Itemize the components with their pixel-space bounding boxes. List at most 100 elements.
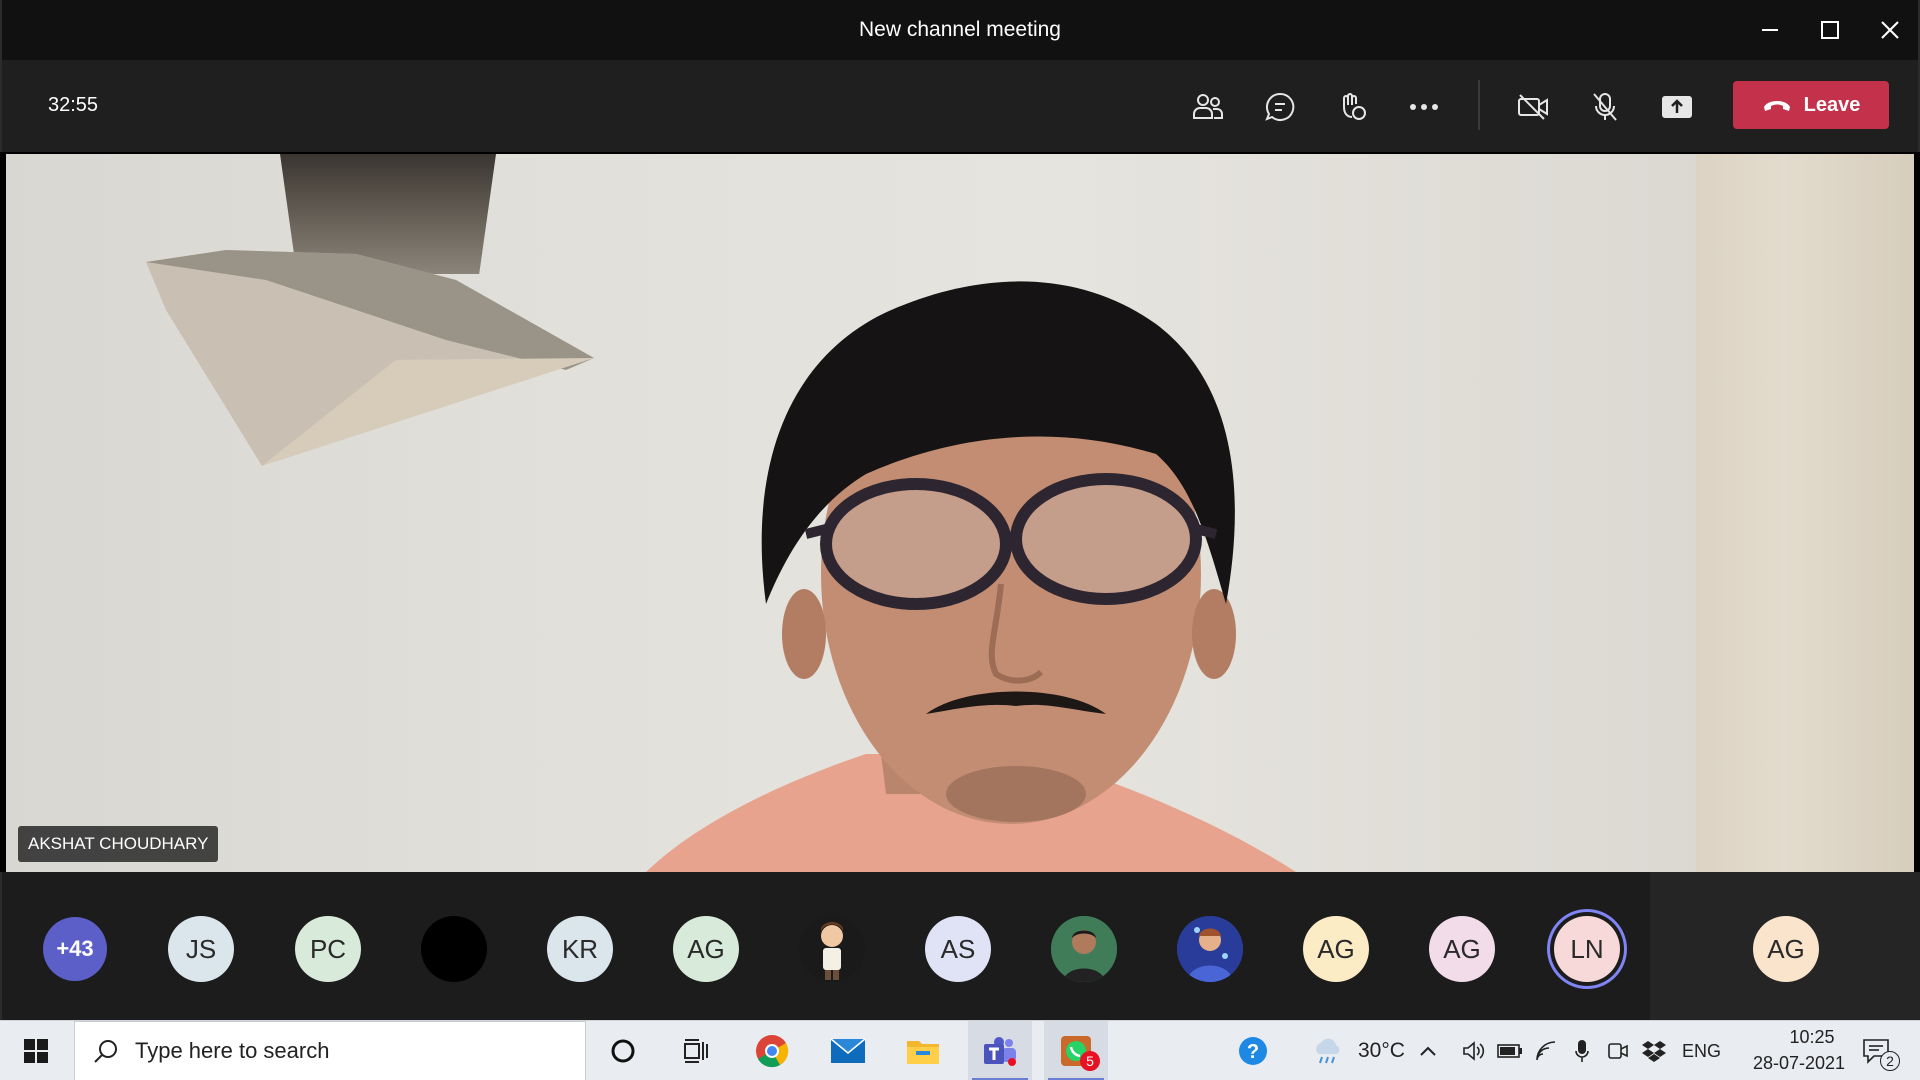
meeting-timer: 32:55 — [48, 94, 99, 116]
windows-taskbar: Type here to search 5 ? 30°C ENG 10:25 2… — [0, 1020, 1920, 1080]
participant-video-feed — [646, 281, 1296, 872]
battery-button[interactable] — [1492, 1021, 1528, 1080]
participant-initials: LN — [1570, 933, 1604, 964]
taskbar-search-box[interactable]: Type here to search — [74, 1021, 586, 1080]
start-button[interactable] — [6, 1021, 66, 1080]
minimize-button[interactable] — [1740, 0, 1800, 60]
person-avatar-image — [1051, 916, 1117, 982]
file-explorer-icon — [907, 1041, 939, 1064]
chrome-button[interactable] — [742, 1021, 802, 1080]
whatsapp-button[interactable]: 5 — [1044, 1021, 1108, 1080]
blue-avatar-image — [1177, 916, 1243, 982]
window-title: New channel meeting — [859, 18, 1061, 41]
chrome-icon — [756, 1035, 789, 1068]
participant-avatar-speaking[interactable]: LN — [1554, 916, 1620, 982]
participant-avatar-photo[interactable] — [1177, 916, 1243, 982]
microphone-icon — [1575, 1040, 1589, 1062]
participant-initials: PC — [309, 933, 347, 964]
speaker-name-tag: AKSHAT CHOUDHARY — [18, 826, 219, 862]
participant-avatar[interactable]: AG — [1303, 916, 1369, 982]
more-participants-button[interactable]: +43 — [43, 917, 107, 981]
weather-temperature: 30°C — [1358, 1039, 1405, 1062]
chevron-up-icon — [1420, 1046, 1436, 1056]
participant-avatar[interactable]: JS — [168, 916, 234, 982]
language-indicator[interactable]: ENG — [1682, 1041, 1721, 1062]
chat-button[interactable] — [1254, 82, 1306, 132]
clock-date[interactable]: 28-07-2021 — [1734, 1053, 1864, 1074]
battery-icon — [1497, 1044, 1522, 1058]
maximize-button[interactable] — [1800, 0, 1860, 60]
volume-button[interactable] — [1456, 1021, 1492, 1080]
help-button[interactable]: ? — [1223, 1021, 1283, 1080]
leave-button[interactable]: Leave — [1733, 81, 1889, 129]
file-explorer-button[interactable] — [893, 1021, 953, 1080]
participant-initials: KR — [561, 933, 599, 964]
meeting-toolbar: 32:55 Leave — [0, 60, 1920, 152]
teams-button[interactable] — [968, 1021, 1032, 1080]
raise-hand-icon — [1343, 93, 1366, 120]
wifi-icon — [1536, 1041, 1556, 1061]
participant-initials: AG — [1767, 933, 1805, 964]
leave-label: Leave — [1803, 93, 1861, 116]
microphone-in-use-button[interactable] — [1564, 1021, 1600, 1080]
dropbox-button[interactable] — [1636, 1021, 1672, 1080]
window-titlebar: New channel meeting — [0, 0, 1920, 60]
camera-in-use-button[interactable] — [1600, 1021, 1636, 1080]
main-video: AKSHAT CHOUDHARY — [6, 154, 1914, 872]
weather-button[interactable] — [1298, 1021, 1358, 1080]
mail-icon — [830, 1038, 866, 1063]
speaker-icon — [1463, 1041, 1485, 1061]
participant-initials: AG — [1317, 933, 1355, 964]
maximize-icon — [1821, 21, 1839, 39]
participant-initials: AS — [940, 933, 976, 964]
notifications-button[interactable]: 2 — [1846, 1021, 1906, 1080]
participant-avatar[interactable]: AS — [925, 916, 991, 982]
search-icon — [94, 1040, 117, 1063]
chat-icon — [1265, 92, 1295, 121]
windows-start-icon — [24, 1039, 48, 1063]
people-icon — [1193, 94, 1223, 119]
participant-avatar[interactable]: AG — [1429, 916, 1495, 982]
task-view-icon — [684, 1039, 708, 1063]
participant-avatar[interactable]: AG — [1753, 916, 1819, 982]
svg-text:?: ? — [1247, 1041, 1259, 1063]
participant-avatar-photo[interactable] — [799, 916, 865, 982]
participant-initials: AG — [1443, 933, 1481, 964]
cortana-button[interactable] — [593, 1021, 653, 1080]
participant-initials: JS — [185, 933, 217, 964]
show-hidden-icons-button[interactable] — [1410, 1021, 1446, 1080]
mail-button[interactable] — [818, 1021, 878, 1080]
participant-avatar[interactable]: KR — [547, 916, 613, 982]
share-screen-icon — [1662, 96, 1692, 118]
participant-strip: +43 JS PC KR AG AS AG AG LN AG — [0, 872, 1920, 1020]
camera-toggle-button[interactable] — [1507, 82, 1559, 132]
network-button[interactable] — [1528, 1021, 1564, 1080]
participant-avatar-photo[interactable] — [1051, 916, 1117, 982]
weather-rain-icon — [1316, 1038, 1340, 1064]
teams-icon — [984, 1037, 1016, 1066]
share-screen-button[interactable] — [1651, 82, 1703, 132]
whatsapp-badge: 5 — [1080, 1051, 1100, 1071]
more-options-button[interactable] — [1398, 82, 1450, 132]
notifications-badge: 2 — [1880, 1051, 1900, 1071]
cortana-icon — [611, 1039, 635, 1063]
close-button[interactable] — [1860, 0, 1920, 60]
mic-off-icon — [1593, 93, 1617, 121]
more-participants-count: +43 — [56, 936, 94, 961]
search-placeholder: Type here to search — [135, 1038, 330, 1063]
meet-now-icon — [1608, 1043, 1628, 1059]
camera-off-icon — [1518, 94, 1548, 120]
participant-avatar[interactable]: AG — [673, 916, 739, 982]
minimize-icon — [1762, 29, 1778, 31]
help-icon: ? — [1239, 1037, 1267, 1065]
participant-initials: AG — [687, 933, 725, 964]
toolbar-divider — [1478, 80, 1480, 130]
mic-toggle-button[interactable] — [1579, 82, 1631, 132]
participants-button[interactable] — [1182, 82, 1234, 132]
participant-avatar[interactable]: PC — [295, 916, 361, 982]
reactions-button[interactable] — [1326, 82, 1378, 132]
task-view-button[interactable] — [666, 1021, 726, 1080]
dropbox-icon — [1642, 1041, 1666, 1062]
participant-avatar-photo[interactable] — [421, 916, 487, 982]
hang-up-icon — [1763, 101, 1790, 111]
